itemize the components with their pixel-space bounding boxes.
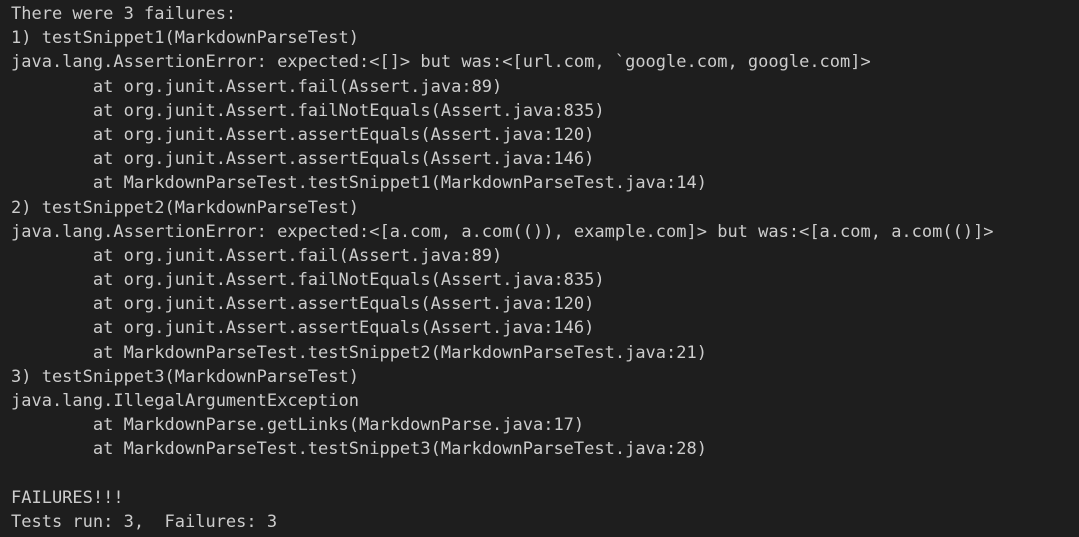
output-line-stack-frame: at MarkdownParseTest.testSnippet3(Markdo… [11,439,707,460]
output-line-stack-frame: at org.junit.Assert.fail(Assert.java:89) [11,76,503,97]
output-line-failures-banner: FAILURES!!! [11,487,124,508]
output-line-blank [11,462,1079,486]
output-line-stack-frame: at MarkdownParse.getLinks(MarkdownParse.… [11,415,585,436]
output-line-test-header: 2) testSnippet2(MarkdownParseTest) [11,197,359,218]
terminal-output[interactable]: There were 3 failures: 1) testSnippet1(M… [0,0,1079,537]
output-line-failure-count: There were 3 failures: [11,4,237,24]
output-line-test-header: 3) testSnippet3(MarkdownParseTest) [11,366,359,387]
output-line-stack-frame: at org.junit.Assert.assertEquals(Assert.… [11,149,595,170]
output-line-stack-frame: at org.junit.Assert.failNotEquals(Assert… [11,270,605,291]
output-line-summary: Tests run: 3, Failures: 3 [11,511,278,532]
output-line-stack-frame: at org.junit.Assert.failNotEquals(Assert… [11,100,605,121]
output-line-stack-frame: at org.junit.Assert.assertEquals(Assert.… [11,294,595,315]
output-line-stack-frame: at org.junit.Assert.assertEquals(Assert.… [11,124,595,145]
output-line-test-header: 1) testSnippet1(MarkdownParseTest) [11,28,359,49]
output-line-error: java.lang.AssertionError: expected:<[]> … [11,52,871,73]
output-line-stack-frame: at org.junit.Assert.assertEquals(Assert.… [11,318,595,339]
output-line-stack-frame: at org.junit.Assert.fail(Assert.java:89) [11,245,503,266]
output-line-stack-frame: at MarkdownParseTest.testSnippet2(Markdo… [11,342,707,363]
output-line-error: java.lang.AssertionError: expected:<[a.c… [11,221,994,242]
output-line-stack-frame: at MarkdownParseTest.testSnippet1(Markdo… [11,173,707,194]
output-line-error: java.lang.IllegalArgumentException [11,391,359,411]
